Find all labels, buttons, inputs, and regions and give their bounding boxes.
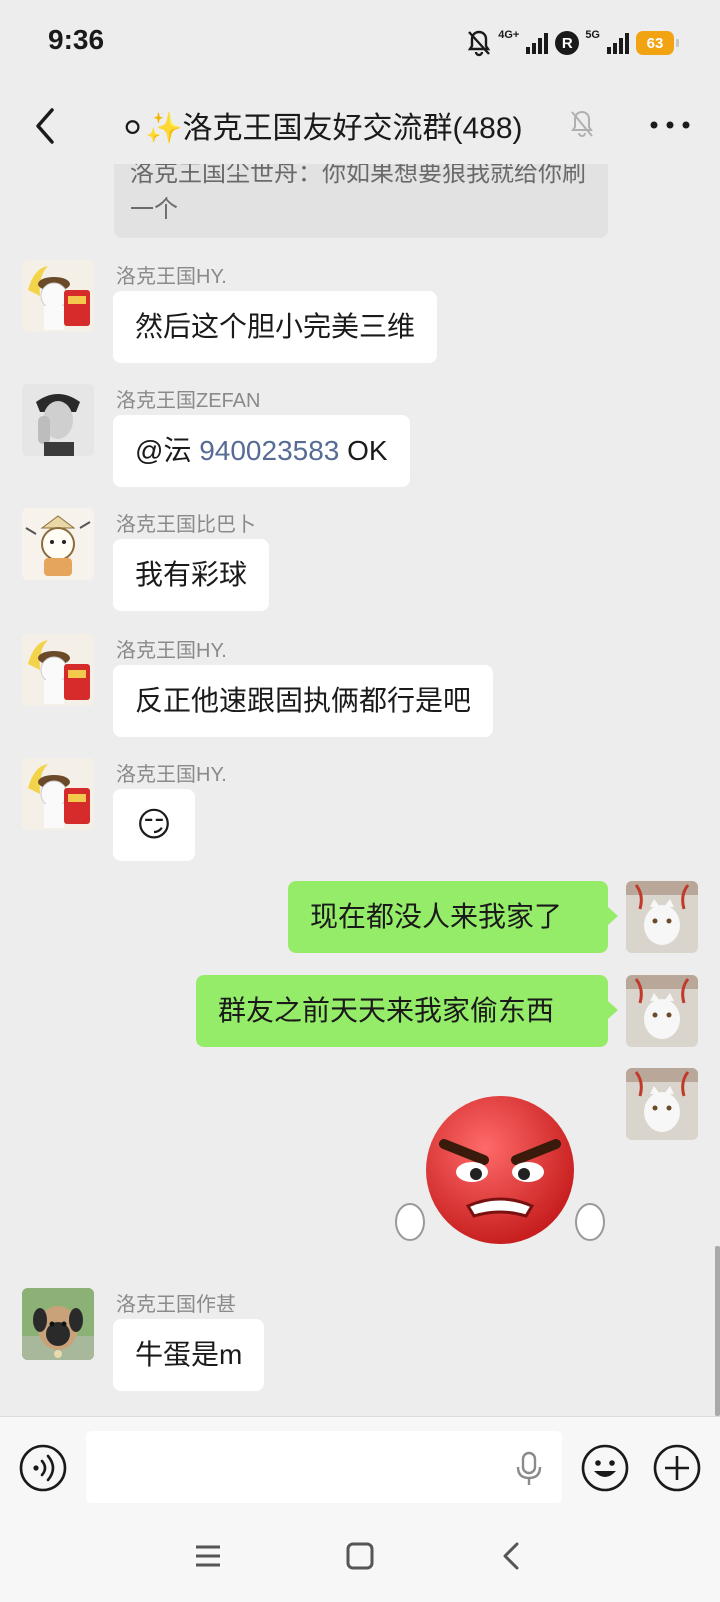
plus-icon[interactable] bbox=[652, 1443, 702, 1493]
message-bubble[interactable]: 牛蛋是m bbox=[113, 1319, 265, 1391]
cartoon-avatar-icon bbox=[22, 508, 94, 580]
chat-area[interactable]: 洛克王国尘世舟：你如果想要狼我就给你刷一个 洛克王国HY. 然后这个胆小完美三维… bbox=[0, 164, 720, 1416]
message-bubble[interactable]: @沄 940023583 OK bbox=[113, 415, 410, 487]
message-input[interactable] bbox=[86, 1431, 562, 1503]
quoted-message[interactable]: 洛克王国尘世舟：你如果想要狼我就给你刷一个 bbox=[114, 164, 608, 238]
white-cat-avatar-icon bbox=[626, 881, 698, 953]
emoji-icon[interactable] bbox=[580, 1443, 630, 1493]
number-link[interactable]: 940023583 bbox=[199, 435, 339, 466]
avatar[interactable] bbox=[22, 260, 94, 332]
voice-icon[interactable] bbox=[18, 1443, 68, 1493]
message-suffix: OK bbox=[339, 435, 388, 466]
white-cat-avatar-icon bbox=[626, 975, 698, 1047]
mic-icon[interactable] bbox=[514, 1451, 544, 1487]
self-avatar[interactable] bbox=[626, 975, 698, 1047]
person-avatar-icon bbox=[22, 384, 94, 456]
message-bubble[interactable]: 群友之前天天来我家偷东西 bbox=[196, 975, 618, 1047]
sender-name: 洛克王国HY. bbox=[116, 266, 227, 288]
message-bubble[interactable]: 我有彩球 bbox=[113, 539, 270, 611]
avatar[interactable] bbox=[22, 508, 94, 580]
avatar[interactable] bbox=[22, 758, 94, 830]
avatar[interactable] bbox=[22, 1288, 94, 1360]
more-dots-icon[interactable] bbox=[648, 114, 692, 136]
system-nav-bar bbox=[0, 1516, 720, 1602]
message-bubble[interactable]: 反正他速跟固执俩都行是吧 bbox=[113, 665, 494, 737]
chat-title: ⚪✨洛克王国友好交流群(488) bbox=[120, 112, 523, 145]
sender-name: 洛克王国比巴卜 bbox=[116, 514, 256, 536]
sender-name: 洛克王国作甚 bbox=[116, 1294, 236, 1316]
clock: 9:36 bbox=[48, 24, 105, 55]
chat-header: ⚪✨洛克王国友好交流群(488) bbox=[0, 86, 720, 164]
home-icon[interactable] bbox=[340, 1536, 380, 1576]
puppy-avatar-icon bbox=[22, 1288, 94, 1360]
input-bar bbox=[0, 1416, 720, 1517]
sender-name: 洛克王国HY. bbox=[116, 640, 227, 662]
signal-icon bbox=[607, 33, 629, 54]
battery-icon: 63 bbox=[636, 31, 679, 55]
message-bubble[interactable]: 然后这个胆小完美三维 bbox=[113, 291, 438, 363]
cat-avatar-icon bbox=[22, 634, 94, 706]
avatar[interactable] bbox=[22, 634, 94, 706]
sender-name: 洛克王国ZEFAN bbox=[116, 390, 261, 412]
cat-avatar-icon bbox=[22, 260, 94, 332]
status-icons: 4G+ R 5G 63 bbox=[466, 26, 679, 60]
network-label-2: 5G bbox=[585, 29, 600, 41]
white-cat-avatar-icon bbox=[626, 1068, 698, 1140]
network-label-1: 4G+ bbox=[498, 29, 520, 41]
bell-off-icon bbox=[467, 30, 491, 57]
sender-name: 洛克王国HY. bbox=[116, 764, 227, 786]
signal-icon bbox=[526, 33, 549, 54]
cat-avatar-icon bbox=[22, 758, 94, 830]
r-badge: R bbox=[555, 31, 580, 55]
back-arrow-icon[interactable] bbox=[24, 102, 72, 150]
angry-face-sticker[interactable] bbox=[394, 1094, 610, 1256]
menu-icon[interactable] bbox=[188, 1536, 228, 1576]
status-bar: 9:36 4G+ R 5G 63 bbox=[0, 0, 720, 86]
back-icon[interactable] bbox=[492, 1536, 532, 1576]
emoji-message[interactable]: 😏 bbox=[113, 789, 195, 861]
mute-bell-icon bbox=[571, 110, 593, 137]
self-avatar[interactable] bbox=[626, 881, 698, 953]
self-avatar[interactable] bbox=[626, 1068, 698, 1140]
message-bubble[interactable]: 现在都没人来我家了 bbox=[288, 881, 618, 953]
mention[interactable]: @沄 bbox=[135, 435, 199, 466]
avatar[interactable] bbox=[22, 384, 94, 456]
scrollbar[interactable] bbox=[715, 1246, 720, 1416]
